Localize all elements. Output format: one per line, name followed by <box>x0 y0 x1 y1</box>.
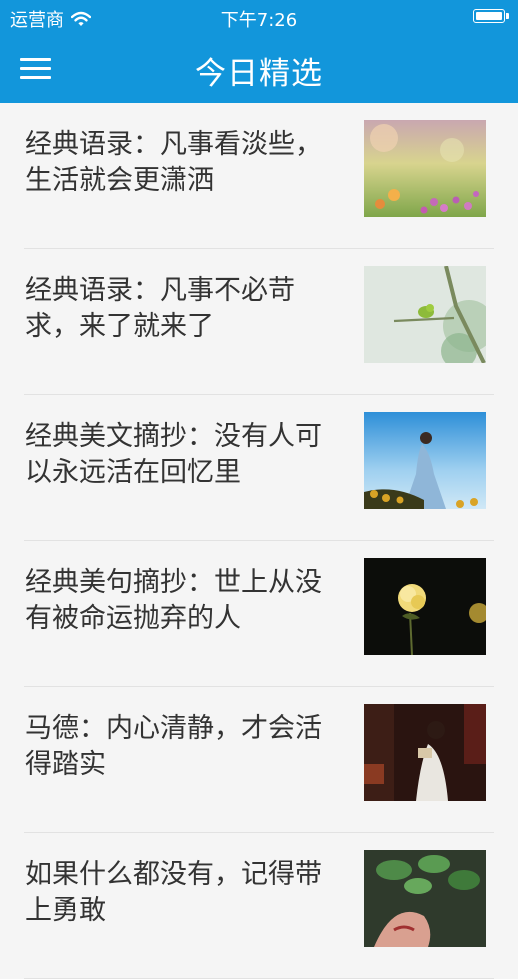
woman-reading-photo <box>364 704 486 801</box>
status-time: 下午7:26 <box>220 10 298 31</box>
article-title: 如果什么都没有，记得带上勇敢 <box>25 859 322 926</box>
yellow-rose-night-photo <box>364 558 486 655</box>
page-title: 今日精选 <box>195 56 323 92</box>
bird-on-branch-photo <box>364 266 486 363</box>
woman-with-leaves-photo <box>364 850 486 947</box>
woman-in-sunflower-field-photo <box>364 412 486 509</box>
article-list: 经典语录：凡事看淡些，生活就会更潇洒 经典语录：凡事不必苛求，来了就来了 经典美… <box>0 103 518 979</box>
article-title: 经典语录：凡事看淡些，生活就会更潇洒 <box>25 129 322 196</box>
article-title: 经典语录：凡事不必苛求，来了就来了 <box>25 275 295 342</box>
article-item[interactable]: 经典语录：凡事不必苛求，来了就来了 <box>0 249 518 395</box>
status-bar: 运营商 下午7:26 <box>0 0 518 34</box>
article-item[interactable]: 经典美文摘抄：没有人可以永远活在回忆里 <box>0 395 518 541</box>
article-title: 经典美文摘抄：没有人可以永远活在回忆里 <box>25 421 322 488</box>
article-item[interactable]: 马德：内心清静，才会活得踏实 <box>0 687 518 833</box>
article-item[interactable]: 如果什么都没有，记得带上勇敢 <box>0 833 518 979</box>
article-title: 经典美句摘抄：世上从没有被命运抛弃的人 <box>25 567 322 634</box>
article-item[interactable]: 经典美句摘抄：世上从没有被命运抛弃的人 <box>0 541 518 687</box>
flowers-field-photo <box>364 120 486 217</box>
navigation-bar: 今日精选 <box>0 34 518 103</box>
battery-icon <box>473 9 509 25</box>
article-title: 马德：内心清静，才会活得踏实 <box>25 713 322 780</box>
article-item[interactable]: 经典语录：凡事看淡些，生活就会更潇洒 <box>0 103 518 249</box>
